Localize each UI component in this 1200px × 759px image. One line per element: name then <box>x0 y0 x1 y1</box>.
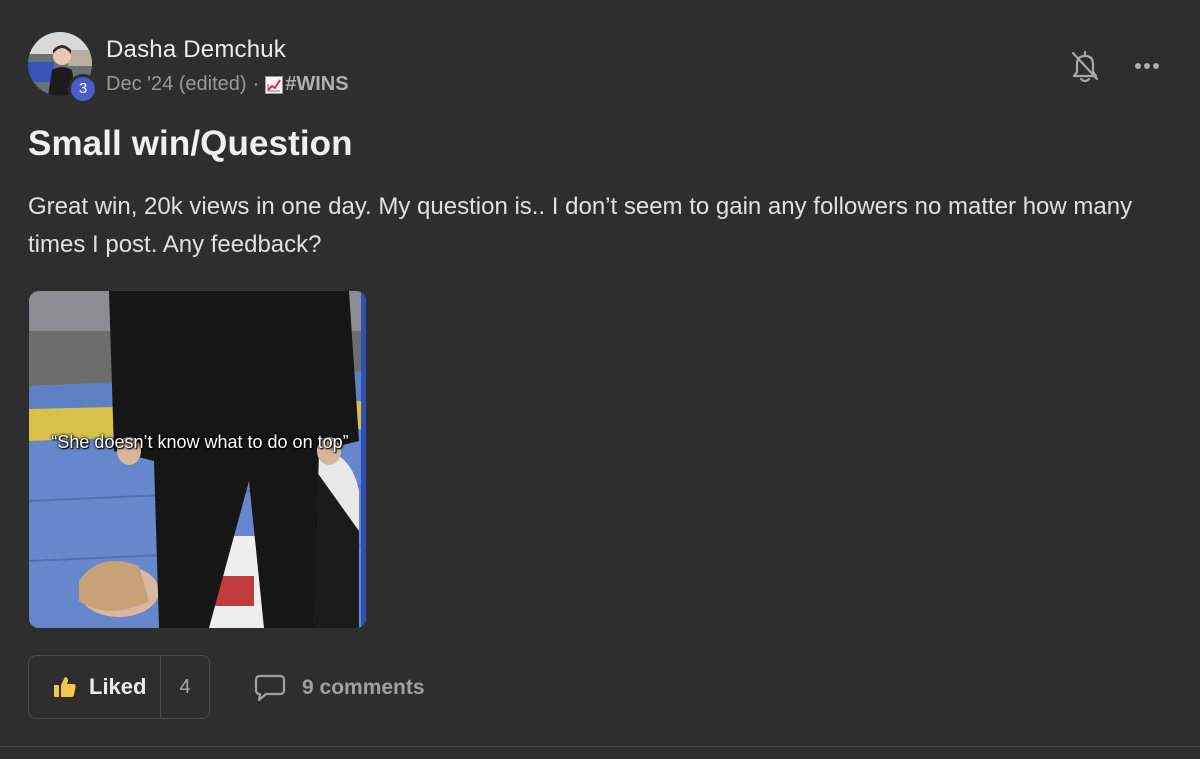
post-media-thumbnail[interactable]: “She doesn’t know what to do on top” <box>29 291 366 628</box>
author-name[interactable]: Dasha Demchuk <box>106 36 286 64</box>
comment-icon <box>254 674 286 702</box>
post-card: 3 Dasha Demchuk Dec '24 (edited) · #WINS <box>0 0 1200 759</box>
notification-bell-button[interactable] <box>1068 48 1102 84</box>
like-group: Liked 4 <box>28 655 210 719</box>
author-avatar-group[interactable]: 3 <box>28 32 98 104</box>
bottom-divider <box>0 746 1200 747</box>
media-caption: “She doesn’t know what to do on top” <box>51 432 349 452</box>
meta-separator: · <box>252 73 260 95</box>
chart-increasing-icon <box>265 75 284 94</box>
like-label: Liked <box>89 674 147 699</box>
post-meta: Dec '24 (edited) · #WINS <box>106 73 349 96</box>
category-label: #WINS <box>285 73 349 95</box>
category-link[interactable]: #WINS <box>265 73 349 96</box>
media-image <box>29 291 366 628</box>
ellipsis-icon <box>1135 63 1159 69</box>
comments-button[interactable]: 9 comments <box>254 672 425 704</box>
post-date[interactable]: Dec '24 (edited) <box>106 73 247 96</box>
thumbs-up-icon <box>54 677 76 697</box>
post-title: Small win/Question <box>28 124 353 163</box>
comments-label: 9 comments <box>302 676 425 699</box>
like-button[interactable]: Liked <box>29 656 161 718</box>
level-badge: 3 <box>68 74 98 104</box>
more-options-button[interactable] <box>1132 56 1166 76</box>
post-body: Great win, 20k views in one day. My ques… <box>28 193 1133 258</box>
like-count[interactable]: 4 <box>161 676 209 699</box>
bell-off-icon <box>1071 50 1099 83</box>
